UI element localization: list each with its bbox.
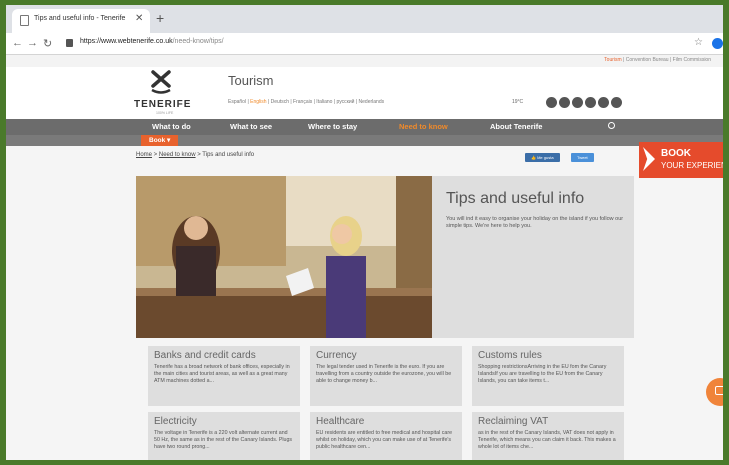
url-text: https://www.webtenerife.co.uk/need-know/… [80,38,224,45]
tenerife-logo-icon[interactable] [148,70,174,94]
profile-avatar[interactable] [712,38,723,49]
card-currency[interactable]: Currency The legal tender used in Teneri… [310,346,462,406]
breadcrumb-parent[interactable]: Need to know [159,152,196,158]
nav-what-to-see[interactable]: What to see [230,122,272,131]
card-text: EU residents are entitled to free medica… [316,430,453,450]
page-icon [20,15,29,26]
language-selector[interactable]: Español | English | Deutsch | Français |… [228,99,384,105]
social-icon-2[interactable] [559,97,570,108]
social-icon-3[interactable] [572,97,583,108]
main-content: Home > Need to know > Tips and useful in… [6,146,723,460]
like-button[interactable]: 👍 Me gusta [525,153,560,162]
page-title: Tips and useful info [446,190,585,207]
logo-tagline: 100% LIFE [156,111,174,115]
card-title: Customs rules [478,350,542,361]
like-label: Me gusta [537,155,554,160]
breadcrumb: Home > Need to know > Tips and useful in… [136,152,255,158]
card-electricity[interactable]: Electricity The voltage in Tenerife is a… [148,412,300,460]
card-text: Shopping restrictionsArriving in the EU … [478,364,607,384]
side-book-line1: BOOK [661,148,691,159]
social-icon-1[interactable] [546,97,557,108]
card-customs[interactable]: Customs rules Shopping restrictionsArriv… [472,346,624,406]
side-book-line2: YOUR EXPERIEN [661,161,723,170]
top-links: Tourism | Convention Bureau | Film Commi… [604,57,711,63]
hero-info-panel: Tips and useful info You will ind it eas… [432,176,634,338]
tweet-label: Tweet [577,155,588,160]
card-text: The voltage in Tenerife is a 220 volt al… [154,430,293,450]
logo-text: TENERIFE [134,99,192,110]
search-icon[interactable] [608,122,615,129]
breadcrumb-home[interactable]: Home [136,152,152,158]
sub-nav: Book ▾ [6,135,723,146]
nav-about-tenerife[interactable]: About Tenerife [490,122,542,131]
social-icons [546,95,624,113]
bookmark-star-icon[interactable]: ☆ [694,37,703,48]
nav-what-to-do[interactable]: What to do [152,122,191,131]
top-link-tourism[interactable]: Tourism [604,57,622,63]
back-icon[interactable]: ← [12,37,23,49]
arrow-icon [643,147,655,171]
tweet-button[interactable]: Tweet [571,153,594,162]
tab-strip: Tips and useful info - Tenerife ✕ + [6,5,723,33]
browser-toolbar: ← → ↻ https://www.webtenerife.co.uk/need… [6,33,723,55]
close-tab-icon[interactable]: ✕ [135,13,143,24]
card-title: Healthcare [316,416,365,427]
side-book-banner[interactable]: BOOK YOUR EXPERIEN [639,142,723,178]
card-vat[interactable]: Reclaiming VAT as in the rest of the Can… [472,412,624,460]
weather-readout: 19°C [512,99,524,105]
card-banks[interactable]: Banks and credit cards Tenerife has a br… [148,346,300,406]
lang-english[interactable]: English [250,99,266,105]
card-text: as in the rest of the Canary Islands, VA… [478,430,616,450]
social-icon-6[interactable] [611,97,622,108]
social-icon-4[interactable] [585,97,596,108]
lock-icon [66,39,73,47]
lang-after[interactable]: | Deutsch | Français | Italiano | русски… [268,99,384,105]
new-tab-icon[interactable]: + [156,10,164,26]
hero-illustration [136,176,432,338]
card-title: Reclaiming VAT [478,416,549,427]
hero-description: You will ind it easy to organise your ho… [446,216,624,229]
social-icon-5[interactable] [598,97,609,108]
hero-photo [136,176,432,338]
book-now-label: Book [149,137,166,144]
book-now-button[interactable]: Book ▾ [141,135,179,146]
card-title: Banks and credit cards [154,350,256,361]
card-text: The legal tender used in Tenerife is the… [316,364,452,384]
address-bar[interactable]: https://www.webtenerife.co.uk/need-know/… [66,37,676,51]
chat-bubble-icon [715,386,723,395]
card-text: Tenerife has a broad network of bank off… [154,364,290,384]
main-nav: What to do What to see Where to stay Nee… [6,119,723,135]
card-healthcare[interactable]: Healthcare EU residents are entitled to … [310,412,462,460]
card-title: Currency [316,350,357,361]
browser-tab[interactable]: Tips and useful info - Tenerife ✕ [12,9,150,33]
browser-window: Tips and useful info - Tenerife ✕ + ← → … [6,5,723,460]
top-links-rest[interactable]: | Convention Bureau | Film Commission [623,57,711,63]
tab-title: Tips and useful info - Tenerife [34,15,126,22]
site-header: TENERIFE 100% LIFE Tourism Español | Eng… [6,67,723,119]
reload-icon[interactable]: ↻ [43,37,52,50]
card-title: Electricity [154,416,197,427]
lang-before[interactable]: Español | [228,99,249,105]
web-page: Tourism | Convention Bureau | Film Commi… [6,55,723,460]
nav-need-to-know[interactable]: Need to know [399,122,448,131]
top-links-bar: Tourism | Convention Bureau | Film Commi… [6,55,723,67]
nav-where-to-stay[interactable]: Where to stay [308,122,357,131]
breadcrumb-current: Tips and useful info [202,152,255,158]
forward-icon[interactable]: → [27,37,38,49]
section-title: Tourism [228,73,274,88]
